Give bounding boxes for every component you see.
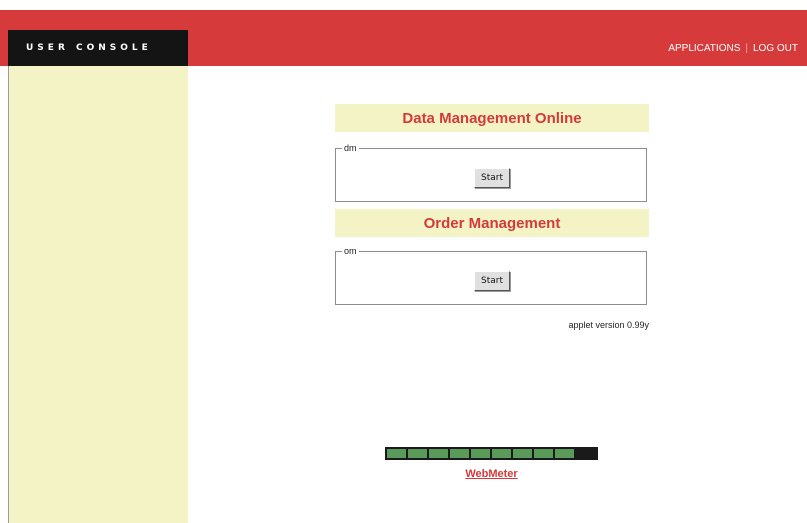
start-om-button[interactable]: Start bbox=[474, 271, 510, 291]
top-strip bbox=[0, 0, 807, 10]
applet-version: applet version 0.99y bbox=[568, 320, 649, 330]
app-group-om: om Start bbox=[335, 245, 647, 305]
webmeter-bar bbox=[385, 447, 598, 460]
meter-segment bbox=[555, 449, 574, 458]
meter-segment bbox=[408, 449, 427, 458]
app-title-order-management: Order Management bbox=[335, 209, 649, 237]
top-nav: APPLICATIONS | LOG OUT bbox=[668, 30, 798, 66]
nav-separator: | bbox=[745, 42, 748, 54]
app-group-label: dm bbox=[342, 142, 359, 154]
app-title-data-management: Data Management Online bbox=[335, 104, 649, 132]
meter-segment bbox=[492, 449, 511, 458]
app-group-label: om bbox=[342, 245, 359, 257]
brand-logo: USER CONSOLE bbox=[8, 30, 188, 66]
meter-segment bbox=[450, 449, 469, 458]
sidebar bbox=[8, 66, 188, 523]
meter-segment bbox=[471, 449, 490, 458]
meter-segment bbox=[429, 449, 448, 458]
meter-segment bbox=[513, 449, 532, 458]
webmeter-link[interactable]: WebMeter bbox=[385, 468, 598, 480]
meter-segment bbox=[534, 449, 553, 458]
nav-logout-link[interactable]: LOG OUT bbox=[753, 43, 798, 54]
main-content: Data Management Online dm Start Order Ma… bbox=[188, 66, 807, 523]
page: USER CONSOLE APPLICATIONS | LOG OUT Data… bbox=[0, 0, 807, 523]
start-dm-button[interactable]: Start bbox=[474, 168, 510, 188]
meter-segment bbox=[387, 449, 406, 458]
app-group-dm: dm Start bbox=[335, 142, 647, 202]
nav-applications-link[interactable]: APPLICATIONS bbox=[668, 43, 740, 54]
